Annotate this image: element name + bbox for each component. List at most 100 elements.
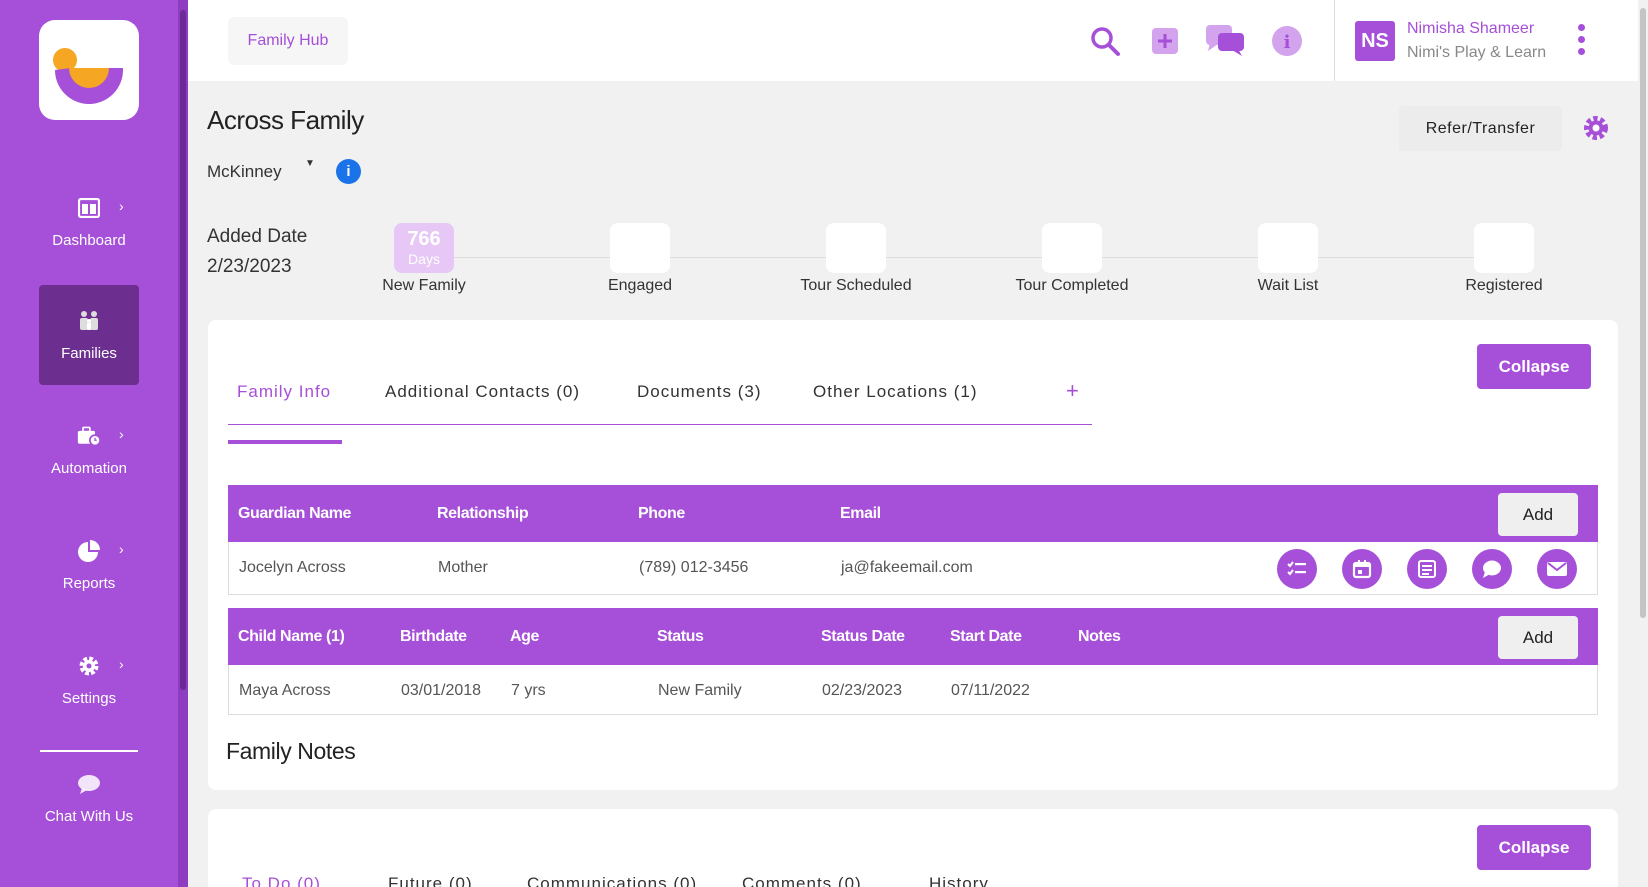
- col-notes: Notes: [1078, 628, 1121, 645]
- sidebar-item-chat[interactable]: Chat With Us: [39, 748, 139, 848]
- children-table-header: Child Name (1) Birthdate Age Status Stat…: [228, 608, 1598, 665]
- added-date-value: 2/23/2023: [207, 256, 292, 277]
- stage-box: [610, 223, 670, 273]
- family-notes-title: Family Notes: [226, 738, 356, 764]
- gear-icon[interactable]: [1582, 114, 1610, 142]
- sidebar-item-label: Chat With Us: [44, 808, 134, 825]
- stage-label: Engaged: [607, 277, 673, 294]
- dashboard-icon: [77, 196, 101, 220]
- topbar-divider: [1334, 0, 1335, 81]
- search-icon[interactable]: [1086, 22, 1124, 60]
- page-scrollbar-thumb[interactable]: [1640, 8, 1646, 618]
- task-list-icon[interactable]: [1277, 549, 1317, 589]
- tab-comments[interactable]: Comments (0): [742, 874, 862, 887]
- family-hub-button[interactable]: Family Hub: [228, 17, 348, 65]
- days-count: 766: [407, 228, 441, 250]
- families-icon: [77, 309, 101, 333]
- collapse-button[interactable]: Collapse: [1477, 825, 1591, 870]
- col-guardian-name: Guardian Name: [238, 505, 352, 522]
- page-scrollbar[interactable]: [1638, 0, 1648, 887]
- logo-icon: [53, 48, 123, 104]
- stage-box: [1042, 223, 1102, 273]
- stage-days-box: 766 Days: [394, 223, 454, 273]
- stage-registered[interactable]: Registered: [1434, 223, 1574, 295]
- sidebar-item-label: Settings: [61, 690, 117, 707]
- tab-history[interactable]: History: [929, 874, 989, 887]
- stage-label: Tour Completed: [1015, 277, 1129, 294]
- family-tabs: Family Info Additional Contacts (0) Docu…: [228, 378, 1092, 425]
- chat-bubble-icon[interactable]: [1472, 549, 1512, 589]
- guardian-name: Jocelyn Across: [239, 559, 346, 576]
- stage-box: [1474, 223, 1534, 273]
- add-child-button[interactable]: Add: [1498, 616, 1578, 659]
- table-row[interactable]: Jocelyn Across Mother (789) 012-3456 ja@…: [228, 542, 1598, 595]
- child-name: Maya Across: [239, 682, 331, 699]
- sidebar-item-label: Families: [61, 345, 117, 362]
- family-info-card: Collapse Family Info Additional Contacts…: [208, 320, 1618, 790]
- table-row[interactable]: Maya Across 03/01/2018 7 yrs New Family …: [228, 665, 1598, 715]
- tab-additional-contacts[interactable]: Additional Contacts (0): [385, 382, 580, 402]
- stage-new-family[interactable]: 766 Days New Family: [354, 223, 494, 295]
- sidebar-scrollbar-thumb[interactable]: [180, 10, 186, 690]
- guardian-phone: (789) 012-3456: [639, 559, 749, 576]
- tab-documents[interactable]: Documents (3): [637, 382, 761, 402]
- add-guardian-button[interactable]: Add: [1498, 493, 1578, 536]
- stage-label: Wait List: [1257, 277, 1319, 294]
- col-child-name: Child Name (1): [238, 628, 345, 645]
- collapse-button[interactable]: Collapse: [1477, 344, 1591, 389]
- sidebar-item-settings[interactable]: › Settings: [39, 630, 139, 730]
- stage-wait-list[interactable]: Wait List: [1218, 223, 1358, 295]
- tab-other-locations[interactable]: Other Locations (1): [813, 382, 978, 402]
- sidebar-item-label: Automation: [51, 460, 127, 477]
- child-birthdate: 03/01/2018: [401, 682, 482, 699]
- svg-text:i: i: [1284, 32, 1291, 53]
- child-status-date: 02/23/2023: [822, 682, 903, 699]
- stage-label: Registered: [1465, 277, 1543, 294]
- tab-family-info[interactable]: Family Info: [237, 382, 331, 402]
- calendar-icon[interactable]: [1342, 549, 1382, 589]
- info-icon[interactable]: i: [1268, 22, 1306, 60]
- email-icon[interactable]: [1537, 549, 1577, 589]
- stage-tour-scheduled[interactable]: Tour Scheduled: [786, 223, 926, 295]
- active-tab-indicator: [228, 440, 342, 444]
- days-unit: Days: [408, 251, 440, 267]
- settings-icon: [77, 654, 101, 678]
- chevron-right-icon: ›: [119, 198, 124, 214]
- chevron-right-icon: ›: [119, 656, 124, 672]
- stage-box: [826, 223, 886, 273]
- col-start-date: Start Date: [950, 628, 1022, 645]
- app-logo[interactable]: [39, 20, 139, 120]
- location-select[interactable]: McKinney: [207, 162, 282, 182]
- location-info-icon[interactable]: i: [336, 159, 361, 184]
- sidebar-item-dashboard[interactable]: › Dashboard: [39, 172, 139, 272]
- sidebar-item-label: Dashboard: [52, 232, 126, 249]
- add-tab-icon[interactable]: +: [1066, 378, 1079, 404]
- chevron-right-icon: ›: [119, 541, 124, 557]
- notes-card: Collapse To Do (0) Future (0) Communicat…: [208, 809, 1618, 887]
- tab-communications[interactable]: Communications (0): [527, 874, 697, 887]
- more-options-icon[interactable]: [1575, 24, 1587, 60]
- sidebar-item-automation[interactable]: › Automation: [39, 400, 139, 500]
- caret-down-icon[interactable]: ▼: [305, 158, 315, 169]
- sidebar-scrollbar[interactable]: [178, 0, 188, 887]
- col-status-date: Status Date: [821, 628, 905, 645]
- user-organization: Nimi's Play & Learn: [1407, 44, 1547, 61]
- note-icon[interactable]: [1407, 549, 1447, 589]
- added-date-label: Added Date: [207, 226, 308, 247]
- refer-transfer-button[interactable]: Refer/Transfer: [1399, 106, 1562, 151]
- tab-to-do[interactable]: To Do (0): [242, 874, 321, 887]
- stage-engaged[interactable]: Engaged: [570, 223, 710, 295]
- messages-icon[interactable]: [1206, 22, 1244, 60]
- automation-icon: [77, 424, 101, 448]
- col-birthdate: Birthdate: [400, 628, 467, 645]
- avatar[interactable]: NS: [1355, 21, 1395, 61]
- stage-label: Tour Scheduled: [800, 277, 912, 294]
- stage-tour-completed[interactable]: Tour Completed: [1002, 223, 1142, 295]
- tab-future[interactable]: Future (0): [388, 874, 473, 887]
- guardian-relationship: Mother: [438, 559, 488, 576]
- sidebar-item-families[interactable]: Families: [39, 285, 139, 385]
- add-icon[interactable]: [1146, 22, 1184, 60]
- sidebar-item-reports[interactable]: › Reports: [39, 515, 139, 615]
- col-age: Age: [510, 628, 540, 645]
- user-name: Nimisha Shameer: [1407, 20, 1535, 37]
